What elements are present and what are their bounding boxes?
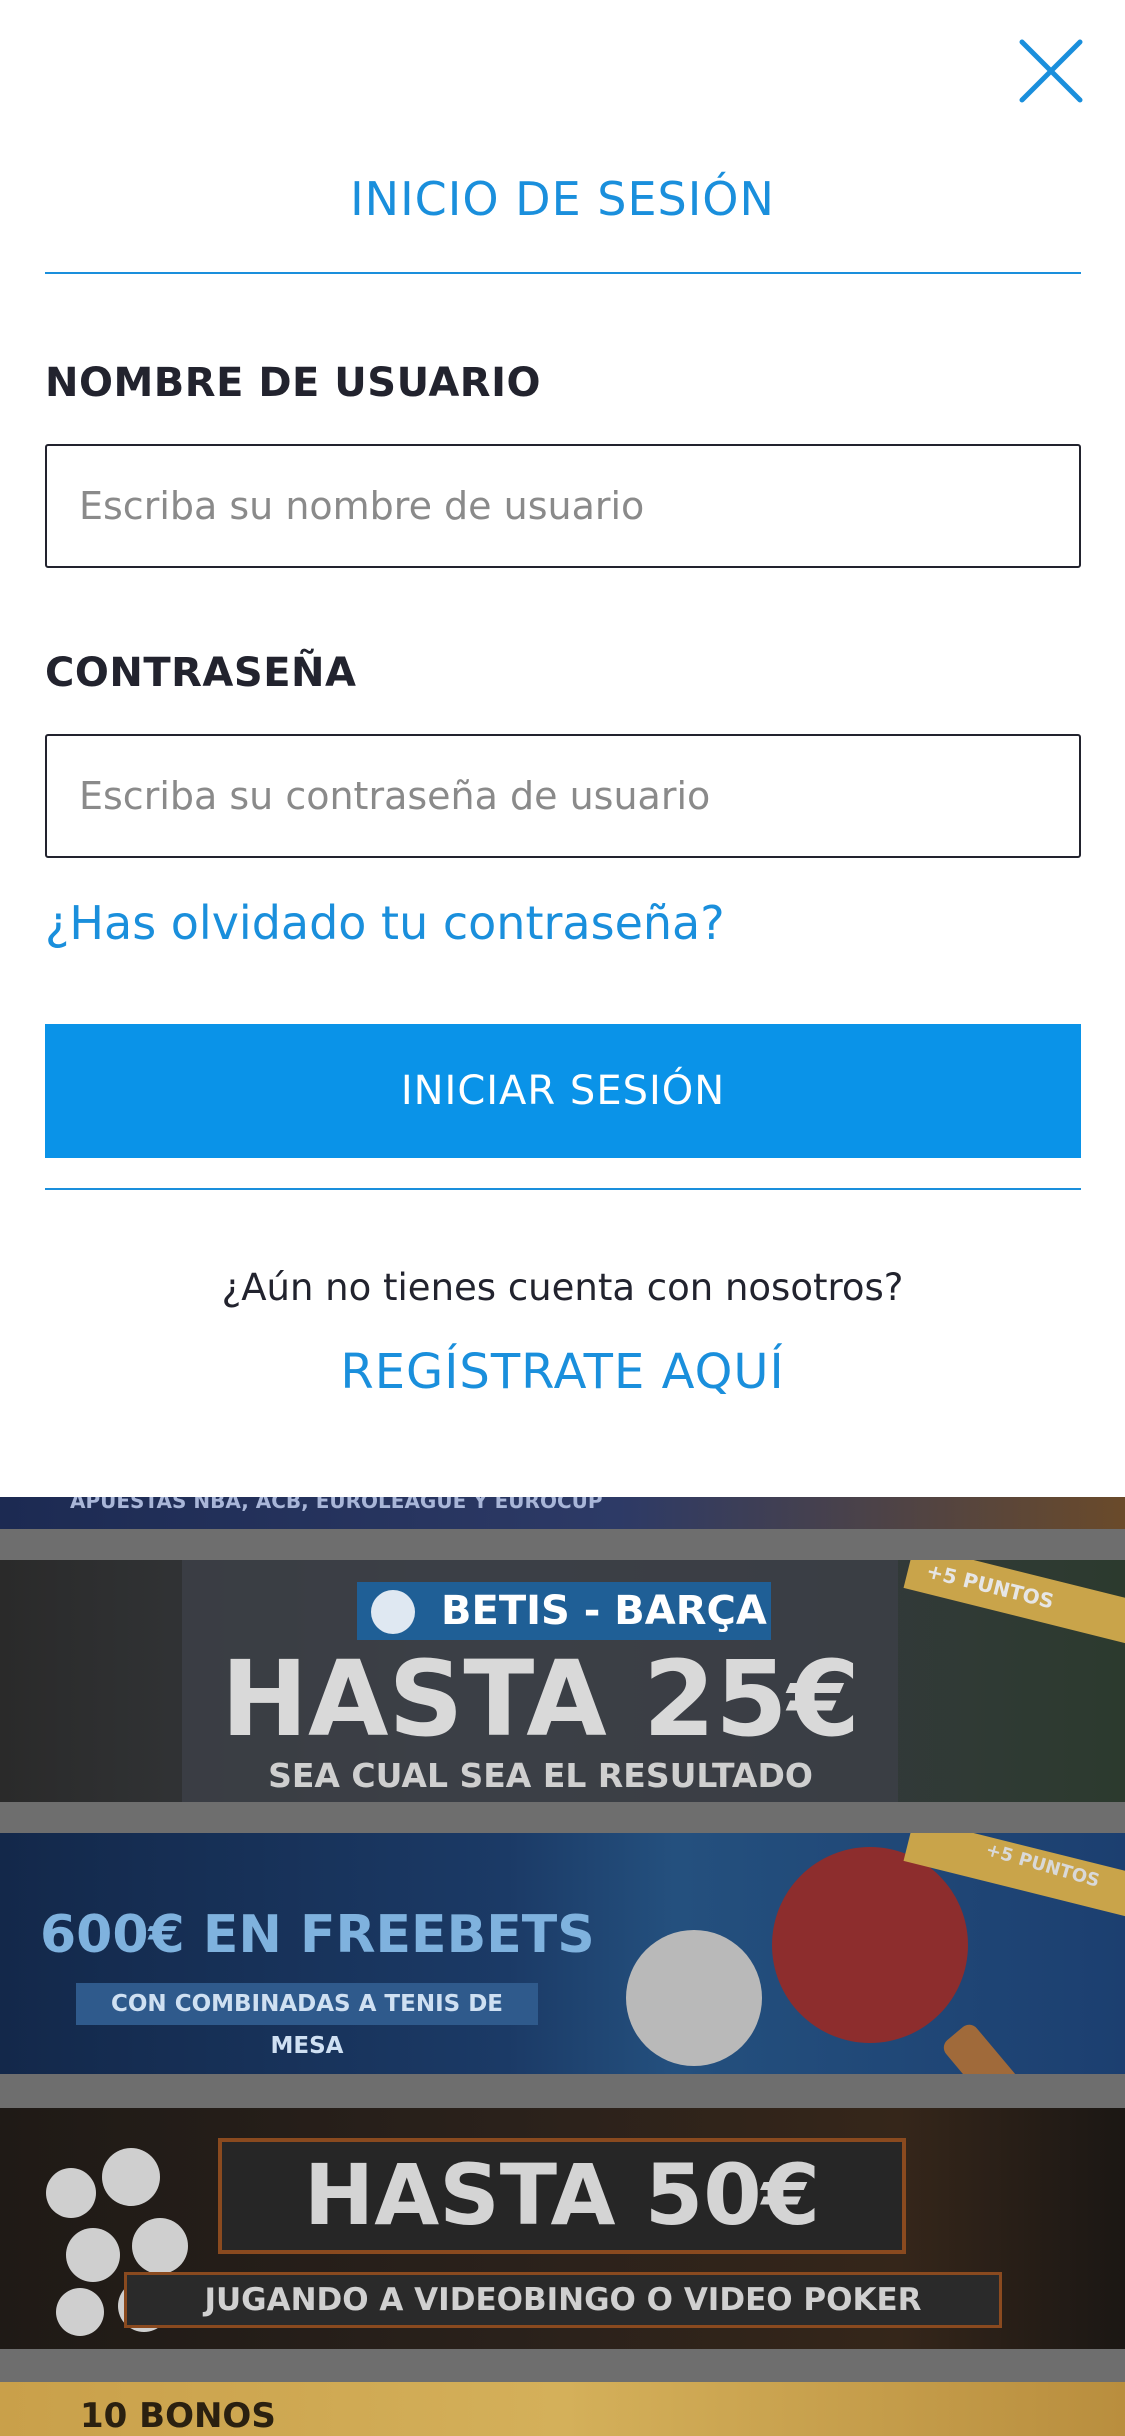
banner-subtitle: SEA CUAL SEA EL RESULTADO [268,1756,813,1795]
promo-banners: APUESTAS NBA, ACB, EUROLEAGUE Y EUROCUP … [0,1497,1125,2436]
no-account-text: ¿Aún no tienes cuenta con nosotros? [221,1266,904,1309]
ball-icon [626,1930,762,2066]
title-divider [45,272,1081,274]
close-icon [1019,39,1083,103]
username-label: NOMBRE DE USUARIO [45,360,541,406]
paddle-handle [939,2020,1029,2074]
banner-subtitle: CON COMBINADAS A TENIS DE MESA [76,1983,538,2059]
bottom-divider [45,1188,1081,1190]
paddle-icon [772,1847,968,2043]
promo-banner-bonos[interactable]: 10 BONOS [0,2382,1125,2436]
password-input[interactable] [47,736,1079,856]
banner-headline: 600€ EN FREEBETS [40,1905,595,1965]
banner-subtitle: JUGANDO A VIDEOBINGO O VIDEO POKER [124,2272,1002,2328]
login-button[interactable]: INICIAR SESIÓN [45,1024,1081,1158]
promo-banner-videobingo[interactable]: HASTA 50€ JUGANDO A VIDEOBINGO O VIDEO P… [0,2108,1125,2349]
banner-text: APUESTAS NBA, ACB, EUROLEAGUE Y EUROCUP [70,1497,603,1513]
register-link[interactable]: REGÍSTRATE AQUÍ [0,1344,1125,1400]
forgot-password-link[interactable]: ¿Has olvidado tu contraseña? [45,896,725,950]
banner-headline: 10 BONOS [80,2396,276,2436]
login-title: INICIO DE SESIÓN [350,172,775,226]
banner-tag: BETIS - BARÇA [357,1582,771,1640]
username-input[interactable] [47,446,1079,566]
promo-banner-table-tennis[interactable]: 600€ EN FREEBETS CON COMBINADAS A TENIS … [0,1833,1125,2074]
login-modal: INICIO DE SESIÓN NOMBRE DE USUARIO CONTR… [0,0,1125,1497]
banner-tag-text: BETIS - BARÇA [441,1588,767,1634]
banner-headline: HASTA 25€ [220,1638,861,1760]
promo-banner-basketball[interactable]: APUESTAS NBA, ACB, EUROLEAGUE Y EUROCUP [0,1497,1125,1529]
banner-headline: HASTA 50€ [303,2146,821,2244]
promo-banner-betis-barca[interactable]: BETIS - BARÇA HASTA 25€ SEA CUAL SEA EL … [0,1560,1125,1802]
password-field[interactable] [45,734,1081,858]
league-logo-icon [371,1590,415,1634]
password-label: CONTRASEÑA [45,650,357,696]
close-button[interactable] [1016,36,1086,106]
username-field[interactable] [45,444,1081,568]
